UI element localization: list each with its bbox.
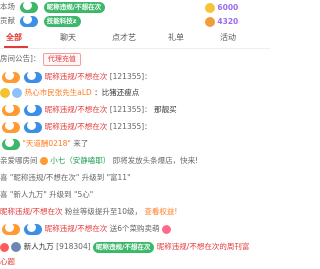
crown-icon <box>0 88 10 98</box>
chat-message: 亲爱哪房间 小七（安静嗑耶） 即将发放头条爆店，快来! <box>0 156 199 165</box>
top-list: 本场 昵称违规/不想在次 6000 贡献 技能科技z 4320 <box>0 0 270 28</box>
chat-message: 昵称违规/不想在次 [121355]： 那靓买 <box>2 103 177 117</box>
tab-all[interactable]: 全部 <box>6 32 22 43</box>
tab-indicator <box>4 46 28 48</box>
tab-activity[interactable]: 活动 <box>220 32 236 43</box>
welcome-badge <box>2 138 20 150</box>
user-name[interactable]: 新人九万 <box>24 242 54 251</box>
user-name[interactable]: 昵称违规/不想在次 <box>45 72 108 81</box>
user-name[interactable]: 昵称违规/不想在次 <box>45 105 108 114</box>
coin-count: 6000 <box>205 1 238 15</box>
user-name[interactable]: 昵称违规/不想在次 <box>0 207 63 216</box>
view-benefits-link[interactable]: 查看权益! <box>144 207 177 216</box>
coin-icon <box>205 3 215 13</box>
heart-icon <box>0 242 9 252</box>
avatar-icon <box>11 242 22 252</box>
level-badge <box>2 71 20 83</box>
tab-bar: 全部 聊天 点才艺 礼单 活动 <box>0 28 270 49</box>
tab-talent[interactable]: 点才艺 <box>112 32 136 43</box>
user-name[interactable]: 热心市民张先生aLD <box>25 88 92 97</box>
fan-badge <box>24 104 43 116</box>
fan-badge <box>24 121 43 133</box>
coin-icon <box>205 17 215 27</box>
fan-badge <box>24 71 43 83</box>
tab-gift[interactable]: 礼单 <box>168 32 184 43</box>
top-list-label: 本场 <box>0 2 15 11</box>
user-icon <box>39 157 48 165</box>
coin-count: 4320 <box>205 15 238 29</box>
agent-recharge-badge[interactable]: 代理充值 <box>42 53 81 66</box>
chat-message: "天道酬0218" 来了 <box>2 137 88 151</box>
top-list-label: 贡献 <box>0 16 15 25</box>
system-message: 喜 "新人九万" 升级到 "5心" <box>0 190 94 199</box>
user-name[interactable]: 小七（安静嗑耶） <box>50 156 110 165</box>
chat-message: 昵称违规/不想在次 [121355]： <box>2 70 152 84</box>
chat-message: 昵称违规/不想在次 [121355]： <box>2 120 152 134</box>
level-badge <box>2 223 20 235</box>
level-badge <box>2 104 20 116</box>
chat-message: 昵称违规/不想在次 粉丝等级提升至10级， 查看权益! <box>0 207 178 216</box>
chat-list: 房间公告]： 代理充值 昵称违规/不想在次 [121355]： 热心市民张先生a… <box>0 50 270 267</box>
top-list-item[interactable]: 本场 昵称违规/不想在次 6000 <box>0 0 238 14</box>
user-name[interactable]: 昵称违规/不想在次 <box>45 122 108 131</box>
user-name-badge[interactable]: 技能科技z <box>43 15 81 27</box>
welcome-user[interactable]: "天道酬0218" <box>22 139 71 148</box>
user-name[interactable]: 昵称违规/不想在次 <box>45 224 108 233</box>
level-badge <box>20 1 39 13</box>
user-name-badge[interactable]: 昵称违规/不想在次 <box>43 1 106 13</box>
level-badge <box>2 121 20 133</box>
chat-message: 昵称违规/不想在次 送6个菜购卖萌 <box>2 222 171 236</box>
announcement: 房间公告]： 代理充值 <box>0 52 81 66</box>
top-list-item[interactable]: 贡献 技能科技z 4320 <box>0 14 238 28</box>
fan-badge <box>24 223 43 235</box>
avatar-icon <box>12 88 23 98</box>
tab-chat[interactable]: 聊天 <box>60 32 76 43</box>
chat-message: 热心市民张先生aLD ：比猪还瘦点 <box>0 86 139 100</box>
gift-icon <box>161 224 171 234</box>
user-name-badge[interactable]: 昵称违规/不想在次 <box>93 241 155 253</box>
chat-message: 新人九万 [918304] 昵称违规/不想在次 昵称违规/不想在次的周刊富 <box>0 240 249 254</box>
level-badge <box>20 15 39 27</box>
system-message: 喜 "昵称违规/不想在次" 升级到 "富11" <box>0 173 131 182</box>
